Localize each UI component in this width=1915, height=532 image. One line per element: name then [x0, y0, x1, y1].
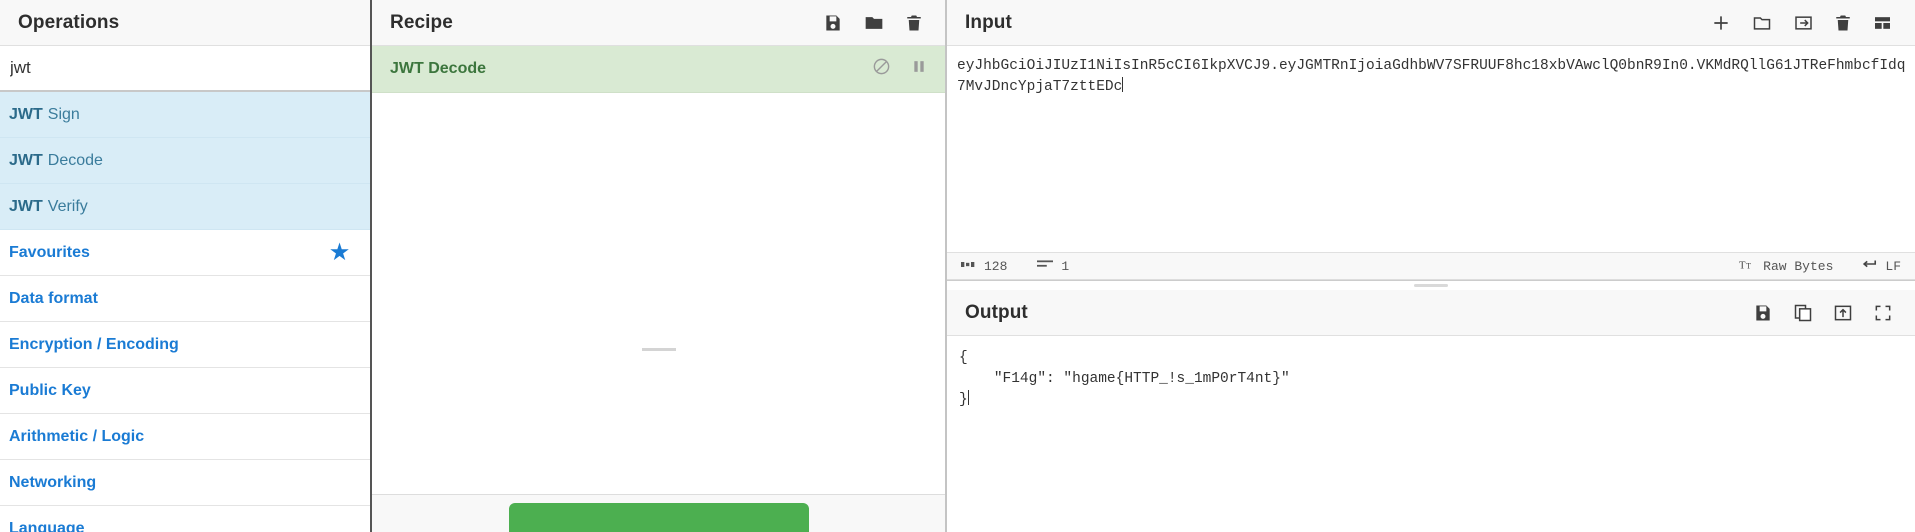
- recipe-operation-label: JWT Decode: [390, 60, 487, 77]
- recipe-title-label: Recipe: [390, 11, 453, 33]
- clear-recipe-icon[interactable]: [905, 13, 923, 33]
- star-icon: ★: [330, 241, 349, 264]
- input-encoding-selector[interactable]: T T Raw Bytes: [1739, 258, 1833, 275]
- input-status-bar: 128 1 T T Raw Bytes LF: [947, 252, 1915, 280]
- operation-result-bold: JWT: [9, 151, 43, 169]
- recipe-resize-handle[interactable]: [641, 348, 676, 351]
- maximise-output-icon[interactable]: [1873, 303, 1893, 323]
- reset-pane-layout-icon[interactable]: [1872, 13, 1893, 33]
- load-recipe-icon[interactable]: [863, 13, 885, 33]
- category-favourites[interactable]: Favourites ★: [0, 230, 370, 276]
- category-label: Public Key: [9, 381, 91, 399]
- clear-io-icon[interactable]: [1834, 13, 1852, 33]
- operation-result-bold: JWT: [9, 197, 43, 215]
- category-label: Favourites: [9, 243, 90, 261]
- output-text: { "F14g": "hgame{HTTP_!s_1mP0rT4nt}" }: [959, 350, 1290, 408]
- save-output-icon[interactable]: [1753, 303, 1773, 323]
- category-public-key[interactable]: Public Key: [0, 368, 370, 414]
- input-length-stat: 128: [961, 259, 1007, 274]
- replace-input-icon[interactable]: [1833, 303, 1853, 323]
- output-title: Output: [947, 290, 1915, 336]
- operation-result-bold: JWT: [9, 105, 43, 123]
- category-label: Encryption / Encoding: [9, 335, 179, 353]
- output-title-label: Output: [965, 301, 1028, 323]
- category-networking[interactable]: Networking: [0, 460, 370, 506]
- abc-length-icon: [961, 259, 976, 274]
- lines-icon: [1037, 258, 1054, 274]
- input-title: Input: [947, 0, 1915, 46]
- input-length-value: 128: [984, 258, 1008, 274]
- operations-list: JWT Sign JWT Decode JWT Verify Favourite…: [0, 92, 370, 532]
- input-textarea[interactable]: eyJhbGciOiJIUzI1NiIsInR5cCI6IkpXVCJ9.eyJ…: [947, 46, 1915, 252]
- category-data-format[interactable]: Data format: [0, 276, 370, 322]
- output-caret: [967, 390, 969, 405]
- output-section: Output {"F14g": "hgame{HTTP_!s_1mP0rT4n…: [947, 290, 1915, 532]
- io-splitter-handle[interactable]: [947, 281, 1915, 290]
- category-language[interactable]: Language: [0, 506, 370, 532]
- add-input-tab-icon[interactable]: [1711, 13, 1731, 33]
- input-lines-value: 1: [1061, 258, 1070, 274]
- disable-operation-icon[interactable]: [872, 57, 891, 81]
- copy-output-icon[interactable]: [1793, 303, 1813, 323]
- category-arithmetic-logic[interactable]: Arithmetic / Logic: [0, 414, 370, 460]
- open-file-icon[interactable]: [1793, 13, 1814, 33]
- category-label: Networking: [9, 473, 97, 491]
- input-section: Input eyJhbGciOiJIUzI1NiIsInR5cCI6IkpXVC…: [947, 0, 1915, 281]
- pause-breakpoint-icon[interactable]: [911, 57, 927, 81]
- io-pane: Input eyJhbGciOiJIUzI1NiIsInR5cCI6IkpXVC…: [947, 0, 1915, 532]
- cyberchef-app: Operations JWT Sign JWT Decode JWT Verif…: [0, 0, 1915, 532]
- operation-result-label: Verify: [47, 197, 88, 215]
- input-text: eyJhbGciOiJIUzI1NiIsInR5cCI6IkpXVCJ9.eyJ…: [957, 58, 1906, 95]
- recipe-operations-list[interactable]: JWT Decode: [372, 46, 945, 494]
- open-folder-icon[interactable]: [1751, 13, 1773, 33]
- operations-title-label: Operations: [18, 11, 120, 33]
- operation-result-label: Sign: [47, 105, 80, 123]
- output-textarea[interactable]: { "F14g": "hgame{HTTP_!s_1mP0rT4nt}" }: [947, 336, 1915, 532]
- category-encryption-encoding[interactable]: Encryption / Encoding: [0, 322, 370, 368]
- svg-text:T: T: [1739, 260, 1746, 271]
- input-line-ending-selector[interactable]: LF: [1861, 258, 1901, 274]
- operations-title: Operations: [0, 0, 370, 46]
- input-caret: [1122, 77, 1124, 92]
- operation-result-label: Decode: [47, 151, 103, 169]
- search-input[interactable]: [10, 58, 360, 78]
- operation-result-jwt-verify[interactable]: JWT Verify: [0, 184, 370, 230]
- recipe-operation-jwt-decode[interactable]: JWT Decode: [372, 46, 945, 93]
- operations-search-row[interactable]: [0, 46, 370, 92]
- recipe-title: Recipe: [372, 0, 945, 46]
- input-lines-stat: 1: [1037, 258, 1069, 274]
- input-encoding-value: Raw Bytes: [1763, 258, 1834, 274]
- category-label: Data format: [9, 289, 98, 307]
- input-title-label: Input: [965, 11, 1012, 33]
- line-ending-icon: [1861, 258, 1877, 274]
- recipe-controls: [372, 494, 945, 532]
- svg-text:T: T: [1746, 261, 1751, 270]
- save-recipe-icon[interactable]: [823, 13, 843, 33]
- operation-result-jwt-sign[interactable]: JWT Sign: [0, 92, 370, 138]
- category-label: Arithmetic / Logic: [9, 427, 145, 445]
- bake-button[interactable]: [508, 503, 809, 532]
- recipe-pane: Recipe JWT Decode: [372, 0, 947, 532]
- operation-result-jwt-decode[interactable]: JWT Decode: [0, 138, 370, 184]
- input-line-ending-value: LF: [1885, 258, 1901, 274]
- text-format-icon: T T: [1739, 258, 1755, 275]
- operations-pane: Operations JWT Sign JWT Decode JWT Verif…: [0, 0, 372, 532]
- category-label: Language: [9, 519, 85, 532]
